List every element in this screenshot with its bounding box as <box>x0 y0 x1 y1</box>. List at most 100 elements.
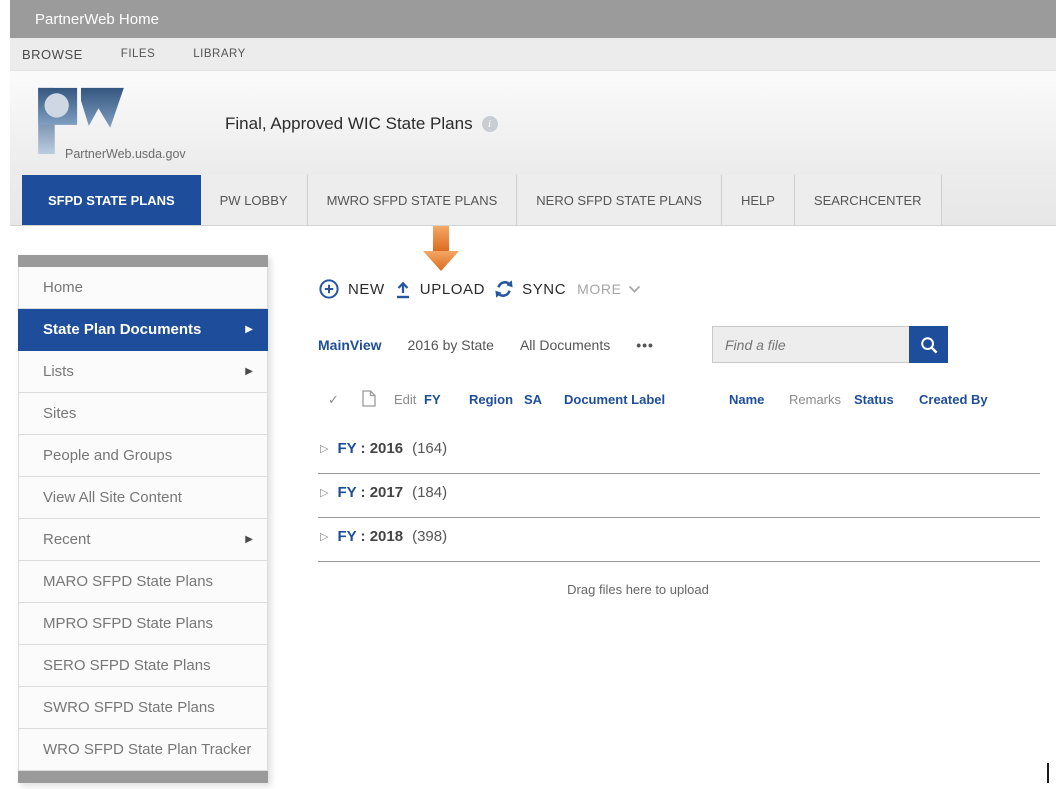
document-type-icon[interactable] <box>362 390 376 410</box>
group-count: (184) <box>412 484 447 501</box>
left-nav: Home State Plan Documents ▶ Lists ▶ Site… <box>18 255 268 783</box>
suite-bar: PartnerWeb Home <box>10 0 1056 38</box>
expand-triangle-icon[interactable]: ▷ <box>320 442 328 455</box>
group-row-fy-2016: ▷ FY : 2016 (164) <box>318 430 1040 474</box>
sidebar-item-label: WRO SFPD State Plan Tracker <box>43 741 251 758</box>
column-header-row: ✓ Edit FY Region SA Document Label Name … <box>318 390 1040 410</box>
group-row-fy-2017: ▷ FY : 2017 (184) <box>318 474 1040 518</box>
sidebar-item-swro-sfpd-state-plans[interactable]: SWRO SFPD State Plans <box>18 687 268 729</box>
library-content: NEW UPLOAD SYNC <box>318 226 1040 597</box>
sidebar-item-label: Home <box>43 279 83 296</box>
suite-bar-title: PartnerWeb Home <box>35 11 159 28</box>
group-count: (398) <box>412 528 447 545</box>
sidebar-item-mpro-sfpd-state-plans[interactable]: MPRO SFPD State Plans <box>18 603 268 645</box>
find-a-file-search <box>712 326 948 363</box>
group-list: ▷ FY : 2016 (164) ▷ FY : 2017 (184) ▷ FY… <box>318 430 1040 562</box>
column-name[interactable]: Name <box>729 392 764 407</box>
tab-searchcenter[interactable]: SEARCHCENTER <box>795 175 942 225</box>
column-created-by[interactable]: Created By <box>919 392 988 407</box>
search-icon <box>919 335 939 355</box>
chevron-down-icon <box>628 285 641 294</box>
chevron-right-icon: ▶ <box>245 534 253 545</box>
view-selector-row: MainView 2016 by State All Documents ••• <box>318 326 1040 364</box>
page: PartnerWeb Home BROWSE FILES LIBRARY <box>0 0 1056 789</box>
group-separator: : <box>356 440 369 457</box>
sidebar-item-view-all-site-content[interactable]: View All Site Content <box>18 477 268 519</box>
search-input[interactable] <box>712 326 909 363</box>
site-header: PartnerWeb.usda.gov Final, Approved WIC … <box>10 71 1056 175</box>
left-nav-top-cap <box>18 255 268 267</box>
tab-sfpd-state-plans[interactable]: SFPD STATE PLANS <box>22 175 201 225</box>
new-plus-icon <box>318 278 340 300</box>
column-status[interactable]: Status <box>854 392 894 407</box>
group-field-link[interactable]: FY <box>337 484 356 501</box>
text-cursor-artifact <box>1047 763 1049 783</box>
ribbon-tab-files[interactable]: FILES <box>109 48 167 60</box>
group-separator: : <box>356 484 369 501</box>
column-sa[interactable]: SA <box>524 392 542 407</box>
expand-triangle-icon[interactable]: ▷ <box>320 486 328 499</box>
search-button[interactable] <box>909 326 948 363</box>
sidebar-item-people-and-groups[interactable]: People and Groups <box>18 435 268 477</box>
view-2016-by-state[interactable]: 2016 by State <box>408 337 494 353</box>
drag-files-hint[interactable]: Drag files here to upload <box>318 582 958 597</box>
sync-label: SYNC <box>522 281 566 298</box>
group-field-link[interactable]: FY <box>337 528 356 545</box>
info-icon[interactable]: i <box>482 116 498 132</box>
ribbon-tab-browse[interactable]: BROWSE <box>10 47 95 62</box>
main-area: Home State Plan Documents ▶ Lists ▶ Site… <box>10 226 1056 789</box>
chevron-right-icon: ▶ <box>245 324 253 335</box>
tab-pw-lobby[interactable]: PW LOBBY <box>201 175 308 225</box>
new-button[interactable]: NEW <box>318 278 385 300</box>
column-document-label[interactable]: Document Label <box>564 392 665 407</box>
page-title-row: Final, Approved WIC State Plans i <box>225 114 498 134</box>
select-all-checkmark-icon[interactable]: ✓ <box>328 392 339 408</box>
upload-icon <box>394 280 412 299</box>
group-label: FY : 2017 <box>337 484 403 501</box>
ribbon-bar: BROWSE FILES LIBRARY <box>10 38 1056 71</box>
column-edit[interactable]: Edit <box>394 392 416 407</box>
sidebar-item-label: State Plan Documents <box>43 321 201 338</box>
left-nav-bottom-cap <box>18 771 268 783</box>
group-value: 2018 <box>370 528 403 545</box>
sidebar-item-label: Sites <box>43 405 76 422</box>
tab-mwro-sfpd-state-plans[interactable]: MWRO SFPD STATE PLANS <box>308 175 518 225</box>
command-bar: NEW UPLOAD SYNC <box>318 278 1040 300</box>
more-views-ellipsis-icon[interactable]: ••• <box>636 337 654 353</box>
column-region[interactable]: Region <box>469 392 513 407</box>
tab-help[interactable]: HELP <box>722 175 795 225</box>
sidebar-item-maro-sfpd-state-plans[interactable]: MARO SFPD State Plans <box>18 561 268 603</box>
logo-caption: PartnerWeb.usda.gov <box>65 147 186 161</box>
sidebar-item-label: Recent <box>43 531 91 548</box>
more-button[interactable]: MORE <box>577 281 640 297</box>
group-value: 2016 <box>370 440 403 457</box>
ribbon-tab-library[interactable]: LIBRARY <box>181 48 258 60</box>
group-label: FY : 2018 <box>337 528 403 545</box>
sidebar-item-state-plan-documents[interactable]: State Plan Documents ▶ <box>18 309 268 351</box>
expand-triangle-icon[interactable]: ▷ <box>320 530 328 543</box>
sidebar-item-sero-sfpd-state-plans[interactable]: SERO SFPD State Plans <box>18 645 268 687</box>
column-fy[interactable]: FY <box>424 392 441 407</box>
group-label: FY : 2016 <box>337 440 403 457</box>
group-field-link[interactable]: FY <box>337 440 356 457</box>
group-row-fy-2018: ▷ FY : 2018 (398) <box>318 518 1040 562</box>
sidebar-item-wro-sfpd-state-plan-tracker[interactable]: WRO SFPD State Plan Tracker <box>18 729 268 771</box>
sidebar-item-lists[interactable]: Lists ▶ <box>18 351 268 393</box>
group-value: 2017 <box>370 484 403 501</box>
sync-button[interactable]: SYNC <box>494 279 566 299</box>
sidebar-item-label: SWRO SFPD State Plans <box>43 699 215 716</box>
sidebar-item-recent[interactable]: Recent ▶ <box>18 519 268 561</box>
sidebar-item-home[interactable]: Home <box>18 267 268 309</box>
view-mainview[interactable]: MainView <box>318 337 382 353</box>
upload-button[interactable]: UPLOAD <box>394 280 485 299</box>
view-all-documents[interactable]: All Documents <box>520 337 610 353</box>
file-glyph-icon <box>362 390 376 407</box>
sidebar-item-sites[interactable]: Sites <box>18 393 268 435</box>
page-title: Final, Approved WIC State Plans <box>225 114 473 134</box>
sidebar-item-label: MARO SFPD State Plans <box>43 573 213 590</box>
tab-nero-sfpd-state-plans[interactable]: NERO SFPD STATE PLANS <box>517 175 722 225</box>
column-remarks[interactable]: Remarks <box>789 392 841 407</box>
group-count: (164) <box>412 440 447 457</box>
sidebar-item-label: Lists <box>43 363 74 380</box>
sidebar-item-label: MPRO SFPD State Plans <box>43 615 213 632</box>
